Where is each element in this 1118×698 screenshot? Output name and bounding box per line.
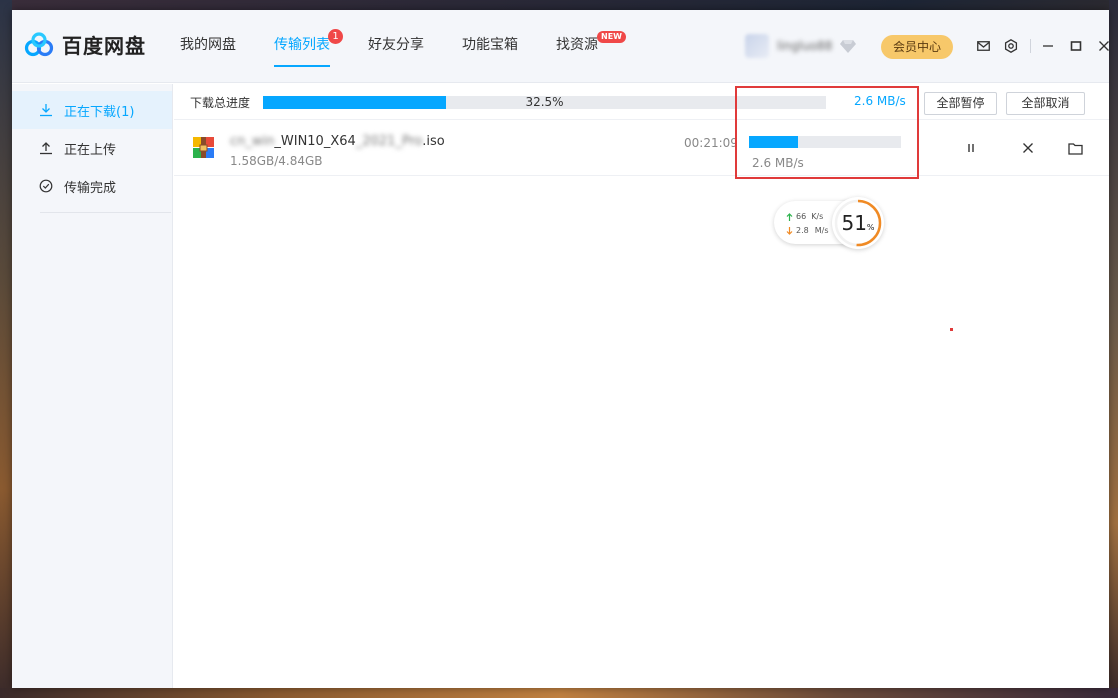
transfer-sidebar: 正在下载(1) 正在上传 传输完成	[12, 84, 173, 688]
sidebar-item-completed[interactable]: 传输完成	[12, 167, 172, 205]
download-speed: 2.8 M/s	[786, 226, 829, 235]
member-center-button[interactable]: 会员中心	[881, 35, 953, 59]
app-logo: 百度网盘	[24, 30, 146, 59]
usage-percent-sign: %	[866, 223, 875, 232]
nav-toolbox[interactable]: 功能宝箱	[462, 10, 518, 83]
baidu-netdisk-logo-icon	[24, 31, 54, 56]
file-progress-track	[749, 136, 901, 148]
file-name: cn_win_WIN10_X64_2021_Pro.iso	[230, 134, 445, 149]
file-name-blurred-part: cn_win	[230, 134, 275, 149]
settings-gear-icon[interactable]	[1002, 37, 1020, 55]
user-profile[interactable]: lingluo88	[745, 34, 857, 58]
desktop-background-bottom	[0, 688, 1118, 698]
cancel-all-button[interactable]: 全部取消	[1006, 92, 1085, 115]
download-speed-value: 2.8	[796, 226, 809, 235]
avatar[interactable]	[745, 34, 769, 58]
sidebar-item-label: 正在上传	[64, 142, 117, 158]
floating-speed-widget[interactable]: 66 K/s 2.8 M/s 51%	[774, 197, 884, 249]
sidebar-item-uploading[interactable]: 正在上传	[12, 129, 172, 167]
nav-find-resources[interactable]: 找资源 NEW	[556, 10, 626, 83]
sidebar-item-label: 传输完成	[64, 180, 117, 196]
down-arrow-icon	[786, 226, 793, 235]
header-divider	[1030, 39, 1031, 53]
maximize-icon[interactable]	[1067, 37, 1085, 55]
file-extension: .iso	[422, 134, 445, 149]
upload-speed-unit: K/s	[811, 212, 824, 221]
file-speed: 2.6 MB/s	[752, 156, 804, 170]
file-name-blurred-part: _2021_Pro	[355, 134, 423, 149]
total-progress-label: 下载总进度	[190, 96, 251, 110]
desktop-background-right	[1109, 0, 1118, 698]
download-panel: 下载总进度 32.5% 2.6 MB/s 全部暂停 全部取消 cn_win_WI…	[174, 84, 1109, 688]
desktop-background-left	[0, 0, 12, 698]
nav-label: 好友分享	[368, 37, 424, 53]
total-progress-track: 32.5%	[263, 95, 826, 109]
remaining-time: 00:21:09	[684, 136, 738, 150]
minimize-icon[interactable]	[1039, 37, 1057, 55]
total-progress-bar-row: 下载总进度 32.5% 2.6 MB/s 全部暂停 全部取消	[174, 84, 1109, 120]
sidebar-item-label: 正在下载(1)	[64, 104, 135, 120]
username: lingluo88	[777, 39, 833, 53]
up-arrow-icon	[786, 212, 793, 221]
nav-label: 传输列表	[274, 37, 330, 53]
nav-transfer-list[interactable]: 传输列表 1	[274, 10, 343, 83]
red-marker	[950, 328, 953, 331]
usage-percent-value: 51	[841, 211, 867, 235]
file-progress-fill	[749, 136, 799, 148]
check-circle-icon	[38, 178, 54, 194]
file-size-progress: 1.58GB/4.84GB	[230, 154, 323, 168]
pause-icon[interactable]	[963, 140, 979, 156]
archive-file-icon	[193, 137, 214, 158]
main-nav: 我的网盘 传输列表 1 好友分享 功能宝箱 找资源 NEW	[180, 10, 636, 83]
mail-icon[interactable]	[974, 37, 992, 55]
app-window: 百度网盘 我的网盘 传输列表 1 好友分享 功能宝箱 找资源 NEW lingl…	[12, 10, 1109, 688]
total-progress-percent: 32.5%	[525, 95, 564, 109]
upload-icon	[38, 140, 54, 156]
memory-usage-gauge: 51%	[832, 197, 884, 249]
nav-label: 我的网盘	[180, 37, 236, 53]
nav-my-disk[interactable]: 我的网盘	[180, 10, 236, 83]
download-speed-unit: M/s	[814, 226, 829, 235]
nav-label: 功能宝箱	[462, 37, 518, 53]
sidebar-divider	[40, 212, 171, 213]
title-bar: 百度网盘 我的网盘 传输列表 1 好友分享 功能宝箱 找资源 NEW lingl…	[12, 10, 1109, 83]
diamond-icon	[840, 40, 857, 53]
download-icon	[38, 102, 54, 118]
app-name: 百度网盘	[62, 34, 146, 58]
upload-speed: 66 K/s	[786, 212, 823, 221]
usage-percent: 51%	[832, 211, 884, 235]
nav-label: 找资源	[556, 37, 598, 53]
close-icon[interactable]	[1095, 37, 1109, 55]
new-badge: NEW	[597, 31, 626, 43]
nav-friend-share[interactable]: 好友分享	[368, 10, 424, 83]
cancel-download-icon[interactable]	[1020, 140, 1036, 156]
download-row[interactable]: cn_win_WIN10_X64_2021_Pro.iso 1.58GB/4.8…	[174, 120, 1109, 176]
pause-all-button[interactable]: 全部暂停	[924, 92, 997, 115]
window-controls	[974, 37, 1109, 55]
transfer-count-badge: 1	[328, 29, 343, 44]
total-speed: 2.6 MB/s	[854, 94, 906, 108]
file-name-visible-part: _WIN10_X64	[274, 134, 356, 149]
upload-speed-value: 66	[796, 212, 807, 221]
open-folder-icon[interactable]	[1067, 140, 1083, 156]
sidebar-item-downloading[interactable]: 正在下载(1)	[12, 91, 172, 129]
